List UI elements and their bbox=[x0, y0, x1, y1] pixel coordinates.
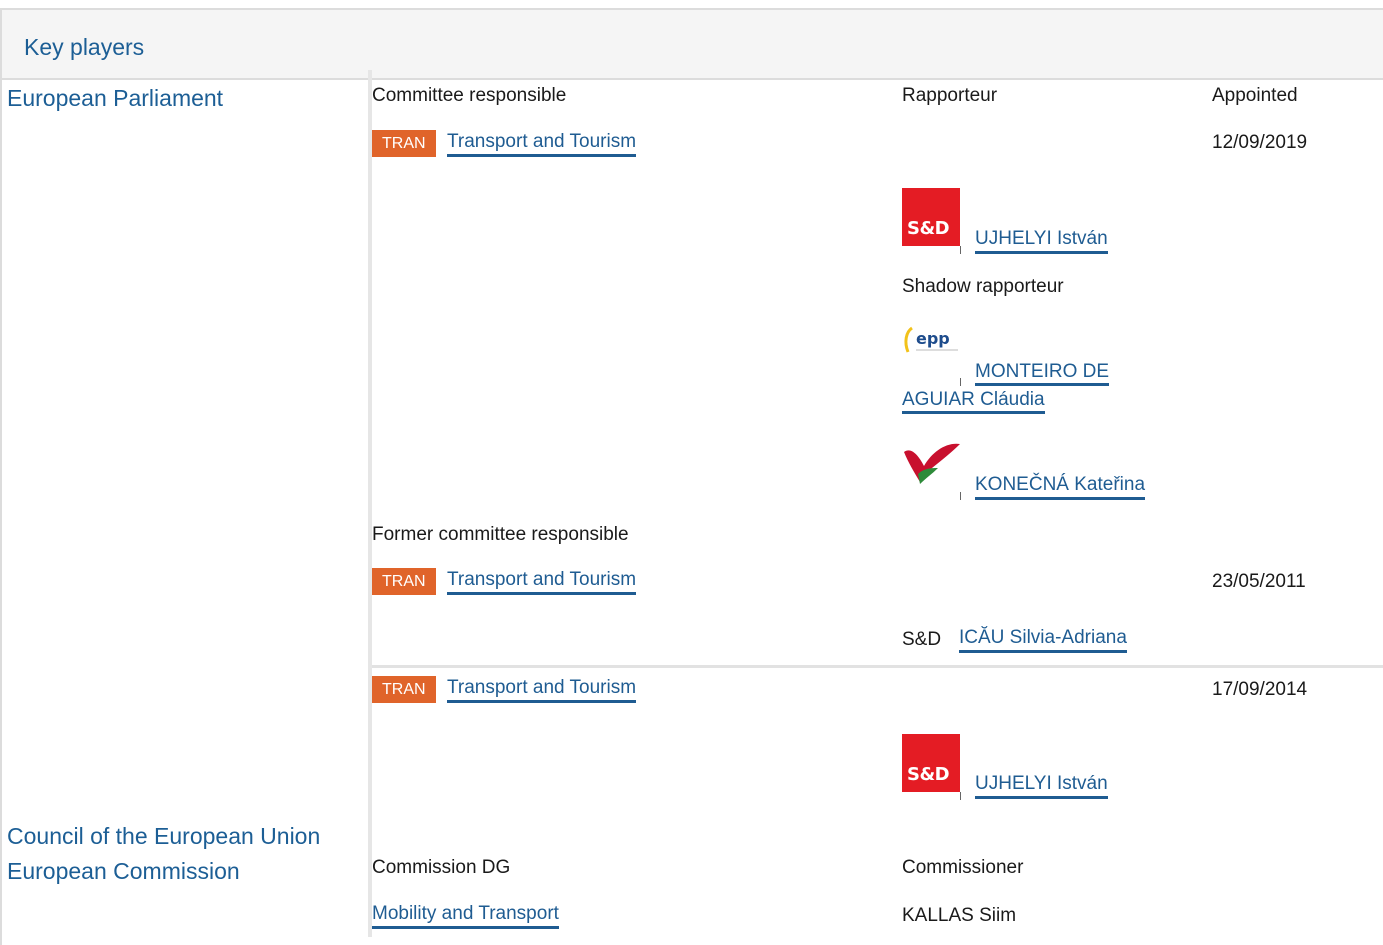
commissioner-name: KALLAS Siim bbox=[902, 905, 1017, 926]
appointed-heading: Appointed bbox=[1212, 85, 1298, 106]
shadow-rapporteur-heading: Shadow rapporteur bbox=[902, 276, 1064, 297]
committee-responsible-heading: Committee responsible bbox=[372, 85, 567, 106]
svg-text:epp: epp bbox=[916, 329, 950, 348]
institution-european-parliament[interactable]: European Parliament bbox=[7, 84, 223, 112]
shadow-rapporteur-link-1[interactable]: MONTEIRO DE AGUIAR Cláudia bbox=[902, 358, 1162, 414]
logo-tick bbox=[960, 792, 961, 800]
logo-tick bbox=[960, 492, 961, 500]
institution-commission[interactable]: European Commission bbox=[7, 857, 240, 885]
former-rapporteur-link-2[interactable]: UJHELYI István bbox=[975, 773, 1108, 799]
shadow-rapporteur-link-2[interactable]: KONEČNÁ Kateřina bbox=[975, 474, 1146, 500]
former-rapporteur-link-1[interactable]: ICĂU Silvia-Adriana bbox=[959, 627, 1127, 653]
left-group-icon bbox=[902, 438, 962, 488]
former-committee-badge-1: TRAN bbox=[372, 568, 436, 595]
logo-tick bbox=[960, 246, 961, 254]
commission-dg-link[interactable]: Mobility and Transport bbox=[372, 903, 559, 929]
sd-group-icon: S&D bbox=[902, 188, 960, 246]
column-divider bbox=[368, 70, 372, 937]
row-separator bbox=[372, 665, 1383, 668]
commission-dg-heading: Commission DG bbox=[372, 857, 511, 878]
former-rapporteur-group-1: S&D bbox=[902, 629, 942, 650]
former-committee-badge-2: TRAN bbox=[372, 676, 436, 703]
key-players-header: Key players bbox=[2, 10, 1383, 80]
commissioner-heading: Commissioner bbox=[902, 857, 1024, 878]
former-committee-link-1[interactable]: Transport and Tourism bbox=[447, 569, 637, 595]
committee-badge: TRAN bbox=[372, 130, 436, 157]
key-players-title: Key players bbox=[24, 34, 145, 60]
former-committee-link-2[interactable]: Transport and Tourism bbox=[447, 677, 637, 703]
sd-group-icon: S&D bbox=[902, 734, 960, 792]
committee-link[interactable]: Transport and Tourism bbox=[447, 131, 637, 157]
institution-council[interactable]: Council of the European Union bbox=[7, 822, 320, 850]
rapporteur-link[interactable]: UJHELYI István bbox=[975, 228, 1108, 254]
former-appointed-date-2: 17/09/2014 bbox=[1212, 679, 1308, 700]
rapporteur-heading: Rapporteur bbox=[902, 85, 998, 106]
appointed-date: 12/09/2019 bbox=[1212, 132, 1308, 153]
former-committee-heading: Former committee responsible bbox=[372, 524, 629, 545]
former-appointed-date-1: 23/05/2011 bbox=[1212, 571, 1306, 592]
key-players-panel: Key players bbox=[0, 8, 1383, 945]
